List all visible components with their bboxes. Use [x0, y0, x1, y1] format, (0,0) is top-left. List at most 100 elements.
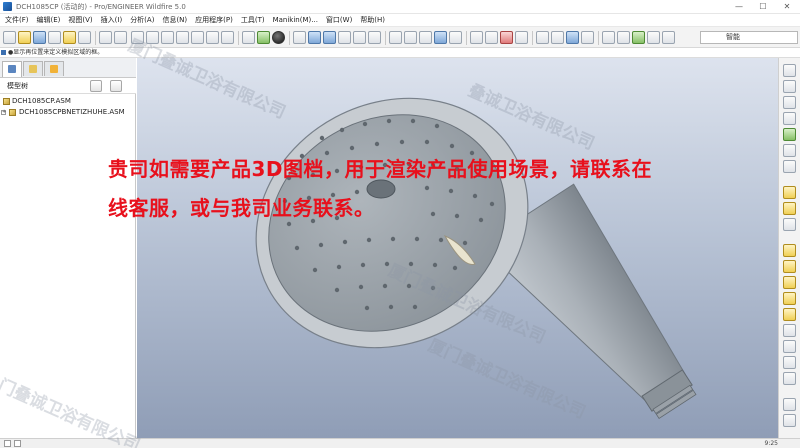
paste-icon[interactable]	[161, 31, 174, 44]
assembly-icon	[9, 109, 16, 116]
menu-insert[interactable]: 插入(I)	[97, 14, 127, 26]
sketch-curve-tool-icon[interactable]	[783, 96, 796, 109]
datum-plane-icon[interactable]	[242, 31, 255, 44]
menu-help[interactable]: 帮助(H)	[356, 14, 389, 26]
menu-applications[interactable]: 应用程序(P)	[191, 14, 237, 26]
undo-icon[interactable]	[99, 31, 112, 44]
enhanced-realism-icon[interactable]	[449, 31, 462, 44]
analysis-tool-icon[interactable]	[783, 160, 796, 173]
new-file-icon[interactable]	[3, 31, 16, 44]
context-help-icon[interactable]	[662, 31, 675, 44]
expand-icon[interactable]: +	[1, 110, 6, 115]
reorient-icon[interactable]	[353, 31, 366, 44]
navigator-toggle-icon[interactable]	[4, 440, 11, 447]
print-icon[interactable]	[48, 31, 61, 44]
model-tree-header: 模型树	[0, 78, 136, 94]
datum-axis-icon[interactable]	[257, 31, 270, 44]
datum-plane-tool-icon[interactable]	[783, 64, 796, 77]
tree-show-icon[interactable]	[110, 80, 122, 92]
redo-icon[interactable]	[114, 31, 127, 44]
hole-tool-icon[interactable]	[783, 244, 796, 257]
csys-toggle-icon[interactable]	[515, 31, 528, 44]
sweep-tool-icon[interactable]	[783, 372, 796, 385]
proe-app-icon	[3, 2, 12, 11]
curve-tool-icon[interactable]	[783, 112, 796, 125]
extrude-tool-icon[interactable]	[783, 340, 796, 353]
maximize-button[interactable]: ☐	[751, 0, 775, 14]
overlay-notice-line1: 贵司如需要产品3D图档，用于渲染产品使用场景，请联系在	[108, 157, 653, 181]
mapkey-icon[interactable]	[632, 31, 645, 44]
tab-folder-browser[interactable]	[23, 61, 43, 76]
zoom-in-icon[interactable]	[308, 31, 321, 44]
datum-point-tool-icon[interactable]	[783, 128, 796, 141]
find-icon[interactable]	[206, 31, 219, 44]
shaded-icon[interactable]	[434, 31, 447, 44]
pattern-tool-icon[interactable]	[783, 414, 796, 427]
datum-planes-toggle-icon[interactable]	[470, 31, 483, 44]
tree-item-subassembly[interactable]: + DCH1085CPBNETIZHUHE.ASM	[0, 107, 136, 118]
refit-icon[interactable]	[338, 31, 351, 44]
menu-manikin[interactable]: Manikin(M)...	[269, 14, 322, 26]
csys-tool-icon[interactable]	[783, 144, 796, 157]
rib-tool-icon[interactable]	[783, 276, 796, 289]
assemble-component-icon[interactable]	[783, 186, 796, 199]
sketch-icon[interactable]	[617, 31, 630, 44]
paste-special-icon[interactable]	[176, 31, 189, 44]
browser-toggle-icon[interactable]	[14, 440, 21, 447]
annotation-icon[interactable]	[602, 31, 615, 44]
tree-item-label: DCH1085CP.ASM	[12, 97, 71, 105]
view-manager-icon[interactable]	[551, 31, 564, 44]
minimize-button[interactable]: —	[727, 0, 751, 14]
mirror-tool-icon[interactable]	[783, 398, 796, 411]
menu-view[interactable]: 视图(V)	[64, 14, 96, 26]
datum-axis-tool-icon[interactable]	[783, 80, 796, 93]
model-tree: DCH1085CP.ASM + DCH1085CPBNETIZHUHE.ASM	[0, 96, 136, 118]
graphics-window[interactable]	[137, 58, 778, 438]
shell-tool-icon[interactable]	[783, 260, 796, 273]
chamfer-tool-icon[interactable]	[783, 324, 796, 337]
create-component-icon[interactable]	[783, 202, 796, 215]
revolve-tool-icon[interactable]	[783, 356, 796, 369]
email-icon[interactable]	[63, 31, 76, 44]
main-toolbar: 智能	[0, 26, 800, 48]
datum-points-toggle-icon[interactable]	[500, 31, 513, 44]
selection-filter-dropdown[interactable]: 智能	[700, 31, 798, 44]
spin-center-icon[interactable]	[581, 31, 594, 44]
save-icon[interactable]	[33, 31, 46, 44]
overlay-notice-line2: 线客服，或与我司业务联系。	[108, 196, 375, 220]
shower-head-model	[255, 97, 697, 420]
saved-views-icon[interactable]	[368, 31, 381, 44]
regenerate-icon[interactable]	[191, 31, 204, 44]
datum-axes-toggle-icon[interactable]	[485, 31, 498, 44]
tree-item-root[interactable]: DCH1085CP.ASM	[0, 96, 136, 107]
layers-icon[interactable]	[536, 31, 549, 44]
wireframe-icon[interactable]	[389, 31, 402, 44]
tree-item-label: DCH1085CPBNETIZHUHE.ASM	[19, 108, 125, 116]
menu-edit[interactable]: 编辑(E)	[33, 14, 65, 26]
model-display-icon[interactable]	[566, 31, 579, 44]
round-tool-icon[interactable]	[783, 308, 796, 321]
menu-window[interactable]: 窗口(W)	[322, 14, 356, 26]
tab-favorites[interactable]	[44, 61, 64, 76]
menu-analysis[interactable]: 分析(A)	[126, 14, 158, 26]
menu-tools[interactable]: 工具(T)	[237, 14, 269, 26]
open-file-icon[interactable]	[18, 31, 31, 44]
draft-tool-icon[interactable]	[783, 292, 796, 305]
hidden-line-icon[interactable]	[404, 31, 417, 44]
no-hidden-icon[interactable]	[419, 31, 432, 44]
tree-settings-icon[interactable]	[90, 80, 102, 92]
info-icon	[1, 50, 6, 55]
measure-icon[interactable]	[647, 31, 660, 44]
close-button[interactable]: ✕	[775, 0, 799, 14]
menu-info[interactable]: 信息(N)	[158, 14, 191, 26]
repaint-icon[interactable]	[293, 31, 306, 44]
toolbar-separator	[532, 31, 533, 45]
select-box-icon[interactable]	[221, 31, 234, 44]
package-icon[interactable]	[783, 218, 796, 231]
folder-icon	[29, 65, 37, 73]
zoom-out-icon[interactable]	[323, 31, 336, 44]
send-link-icon[interactable]	[78, 31, 91, 44]
shading-icon[interactable]	[272, 31, 285, 44]
menu-file[interactable]: 文件(F)	[1, 14, 33, 26]
tab-model-tree[interactable]	[2, 61, 22, 77]
